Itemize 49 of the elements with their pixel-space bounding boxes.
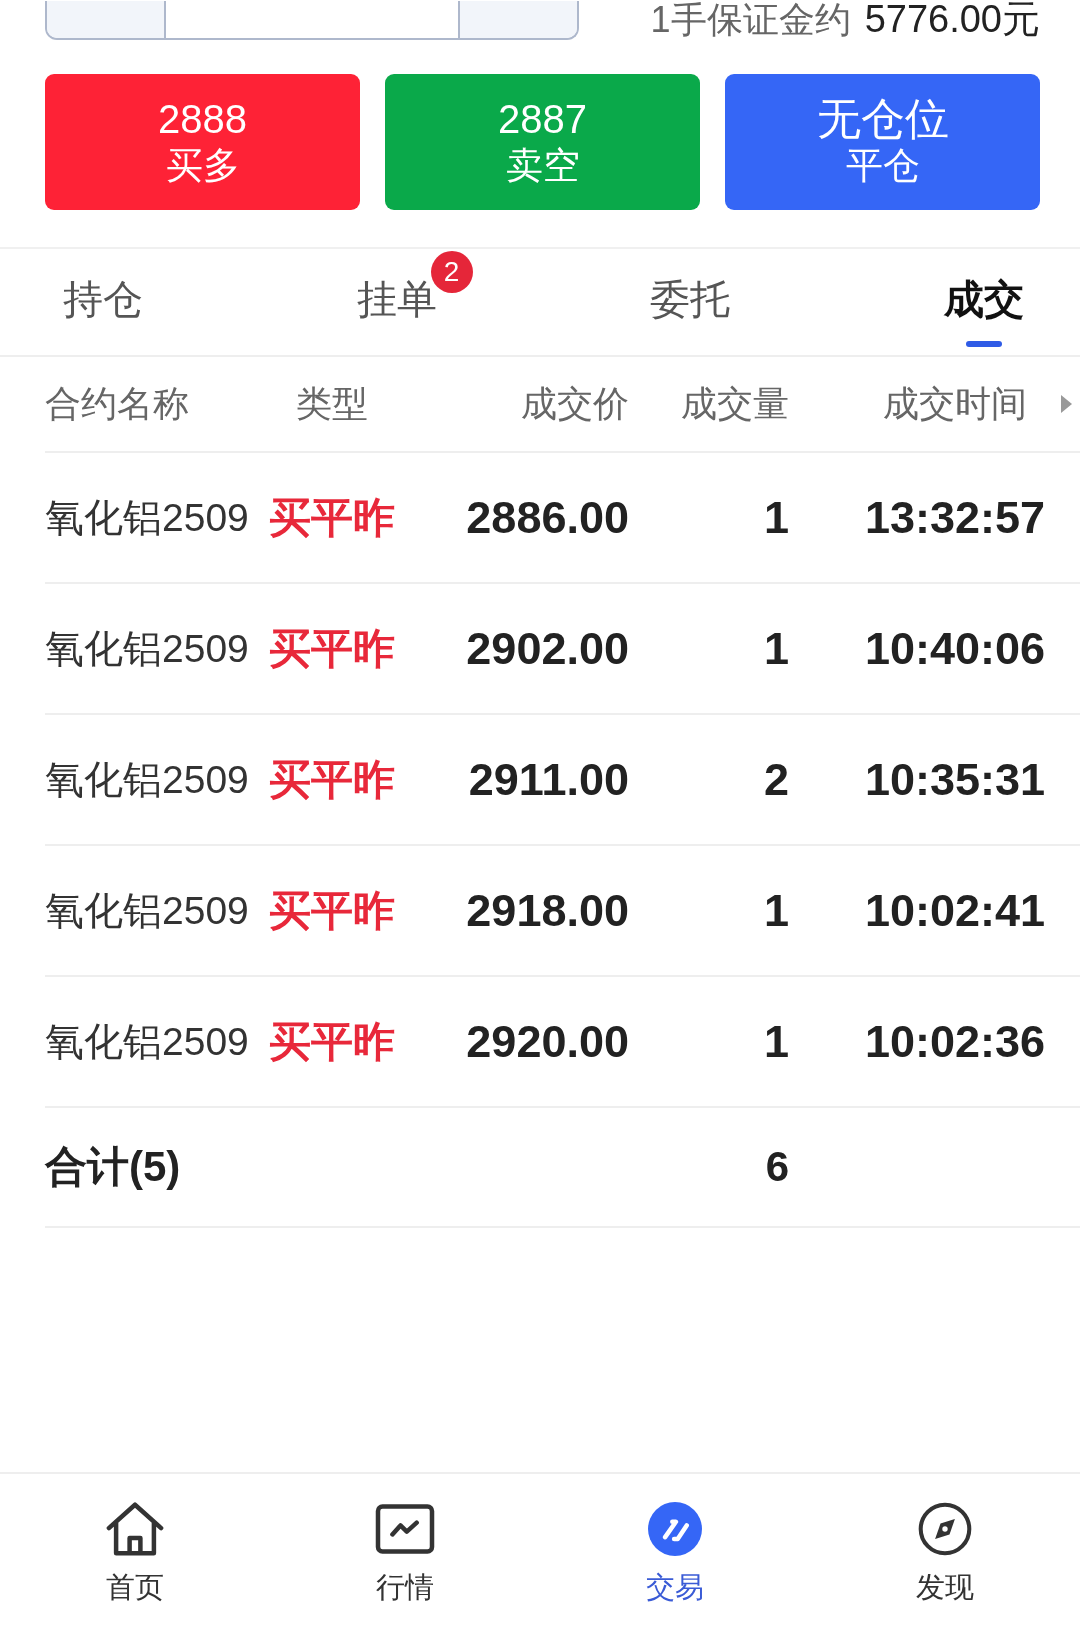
total-volume: 6	[764, 1143, 789, 1191]
volume-cell-text: 1	[762, 884, 789, 937]
price-cell-text: 2886.00	[465, 491, 629, 544]
caret-icon	[1061, 395, 1072, 413]
time-cell: 13:32:57	[864, 491, 1046, 544]
type-cell-text: 买平昨	[268, 623, 396, 674]
tab[interactable]: 委托	[650, 249, 731, 353]
margin-value: 5776.00元	[864, 0, 1040, 39]
volume-cell-text: 2	[762, 753, 789, 806]
contract-cell-text: 氧化铝2509	[45, 625, 250, 672]
nav-item[interactable]: 交易	[642, 1474, 708, 1604]
price-cell-text: 2902.00	[465, 622, 629, 675]
time-cell: 10:02:36	[864, 1015, 1046, 1068]
contract-cell-text: 氧化铝2509	[45, 494, 250, 541]
tab-indicator	[965, 341, 1002, 347]
nav-item[interactable]: 行情	[372, 1474, 438, 1604]
price-cell-text: 2918.00	[465, 884, 629, 937]
volume-cell-text: 1	[762, 1015, 789, 1068]
contract-cell-text: 氧化铝2509	[45, 887, 250, 934]
total-label: 合计(5)	[45, 1142, 182, 1192]
column-header: 合约名称	[45, 381, 190, 426]
time-cell: 10:02:41	[864, 884, 1046, 937]
nav-item[interactable]: 发现	[912, 1474, 978, 1604]
type-cell-text: 买平昨	[268, 1016, 396, 1067]
price-cell-text: 2920.00	[465, 1015, 629, 1068]
type-cell-text: 买平昨	[268, 754, 396, 805]
volume-cell-text: 1	[762, 491, 789, 544]
volume-cell-text: 1	[762, 622, 789, 675]
count-badge: 2	[430, 251, 473, 293]
contract-cell-text: 氧化铝2509	[45, 1018, 250, 1065]
column-header: 成交价	[520, 381, 629, 426]
close-position-button[interactable]: 无仓位 平仓	[725, 74, 1040, 210]
time-cell: 10:40:06	[864, 622, 1046, 675]
type-cell-text: 买平昨	[268, 492, 396, 543]
increment-button[interactable]	[460, 1, 577, 38]
column-header: 成交量	[680, 381, 789, 426]
time-cell: 10:35:31	[864, 753, 1046, 806]
column-header: 成交时间	[883, 381, 1027, 426]
contract-cell-text: 氧化铝2509	[45, 756, 250, 803]
margin-label: 1手保证金约	[650, 0, 851, 40]
tab[interactable]: 成交	[943, 249, 1024, 353]
buy-long-button[interactable]: 2888 买多	[45, 74, 360, 210]
column-header: 类型	[295, 381, 369, 426]
tab[interactable]: 持仓	[63, 249, 143, 353]
quantity-field[interactable]	[164, 1, 460, 38]
price-cell-text: 2911.00	[467, 753, 629, 806]
decrement-button[interactable]	[47, 1, 164, 38]
nav-item[interactable]: 首页	[102, 1474, 168, 1604]
type-cell-text: 买平昨	[268, 885, 396, 936]
